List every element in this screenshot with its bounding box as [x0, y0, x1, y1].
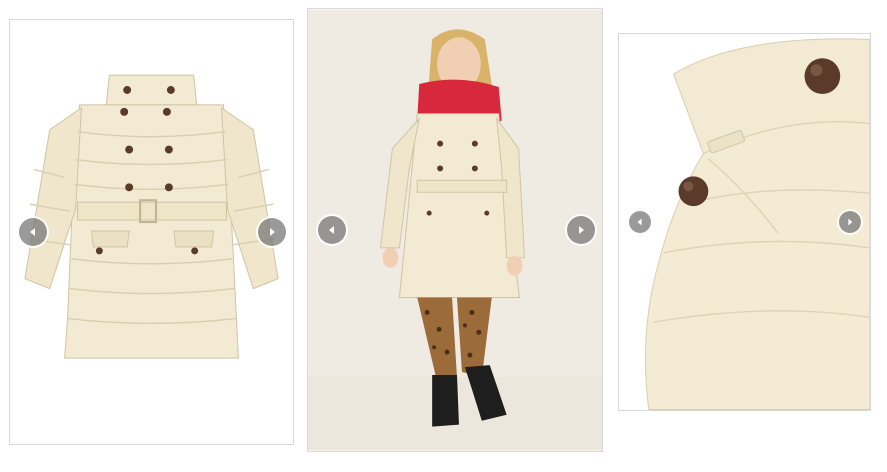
product-image-card-2	[307, 8, 603, 452]
coat-flat-image	[10, 20, 293, 444]
coat-detail-image	[619, 34, 870, 410]
model-photo-image	[308, 9, 602, 451]
prev-image-button[interactable]	[629, 211, 651, 233]
chevron-left-icon	[637, 218, 642, 226]
chevron-right-icon	[579, 226, 584, 234]
prev-image-button[interactable]	[19, 218, 47, 246]
chevron-left-icon	[329, 226, 334, 234]
next-image-button[interactable]	[258, 218, 286, 246]
chevron-right-icon	[270, 228, 275, 236]
chevron-right-icon	[848, 218, 853, 226]
product-image-card-3	[618, 33, 871, 411]
chevron-left-icon	[30, 228, 35, 236]
next-image-button[interactable]	[567, 216, 595, 244]
next-image-button[interactable]	[839, 211, 861, 233]
product-image-card-1	[9, 19, 294, 445]
prev-image-button[interactable]	[318, 216, 346, 244]
